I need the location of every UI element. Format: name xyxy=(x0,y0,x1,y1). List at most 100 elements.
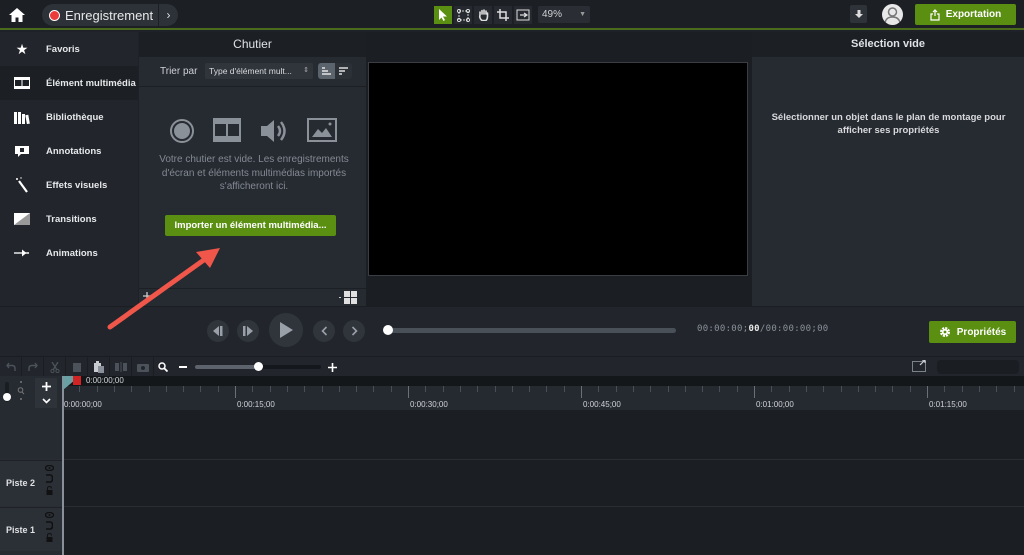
magnet-icon[interactable] xyxy=(45,521,53,530)
playhead-out-marker[interactable] xyxy=(73,376,81,385)
track-header-2[interactable]: Piste 2 xyxy=(0,460,62,506)
scrubber-handle[interactable] xyxy=(383,325,393,335)
track-header-1[interactable]: Piste 1 xyxy=(0,507,62,551)
sidebar-item-bibliotheque[interactable]: Bibliothèque xyxy=(0,100,138,134)
sidebar-item-effets[interactable]: Effets visuels xyxy=(0,168,138,202)
sidebar-item-favoris[interactable]: ★ Favoris xyxy=(0,32,138,66)
step-back-button[interactable] xyxy=(207,320,229,342)
sort-ascending-icon[interactable] xyxy=(318,63,335,79)
magnet-icon[interactable] xyxy=(45,474,53,483)
timeline-zoom-slider[interactable] xyxy=(195,362,321,371)
sidebar-item-media[interactable]: Élément multimédia xyxy=(0,66,138,100)
ruler-minor-tick xyxy=(650,386,652,392)
track-height-handle[interactable] xyxy=(3,393,11,401)
play-button[interactable] xyxy=(269,313,303,347)
chevron-right-icon[interactable]: › xyxy=(158,4,178,26)
ruler-minor-tick xyxy=(788,386,790,392)
recording-button[interactable]: Enregistrement › xyxy=(42,4,178,26)
add-track-button[interactable] xyxy=(35,378,57,394)
zoom-out-icon[interactable] xyxy=(179,366,187,368)
arrow-select-icon[interactable] xyxy=(434,6,452,24)
add-icon[interactable] xyxy=(142,291,152,301)
eye-icon[interactable] xyxy=(44,512,54,518)
fit-icon[interactable] xyxy=(514,6,532,24)
pan-icon[interactable] xyxy=(454,6,472,24)
ruler-label: 0:00:30;00 xyxy=(410,400,448,409)
paste-icon[interactable] xyxy=(88,357,110,377)
zoom-tracks-icon xyxy=(17,381,25,400)
ruler-label: 0:00:00;00 xyxy=(64,400,102,409)
chevron-down-icon: ▼ xyxy=(579,11,586,18)
sidebar-item-label: Élément multimédia xyxy=(46,77,136,89)
track-controls xyxy=(44,512,54,542)
sidebar-item-label: Effets visuels xyxy=(46,179,108,191)
time-ruler[interactable]: 0:00:00;00 0:00:15;00 0:00:30;00 0:00:45;00… xyxy=(62,386,1024,410)
camera-icon[interactable] xyxy=(132,357,154,377)
ruler-minor-tick xyxy=(390,386,392,392)
cut-icon[interactable] xyxy=(44,357,66,377)
sidebar-item-transitions[interactable]: Transitions xyxy=(0,202,138,236)
sort-label: Trier par xyxy=(160,66,198,77)
sort-descending-icon[interactable] xyxy=(335,63,352,79)
ruler-minor-tick xyxy=(684,386,686,392)
ruler-label: 0:01:00;00 xyxy=(756,400,794,409)
ruler-minor-tick xyxy=(615,386,617,392)
track-name: Piste 2 xyxy=(6,478,36,488)
playhead-line[interactable] xyxy=(62,376,64,555)
split-icon[interactable] xyxy=(110,357,132,377)
zoom-select[interactable]: 49% ▼ xyxy=(538,6,590,23)
step-forward-button[interactable] xyxy=(237,320,259,342)
avatar[interactable] xyxy=(882,4,903,25)
properties-message: Sélectionner un objet dans le plan de mo… xyxy=(771,112,1006,136)
next-button[interactable] xyxy=(343,320,365,342)
crop-icon[interactable] xyxy=(494,6,512,24)
ruler-minor-tick xyxy=(459,386,461,392)
zoom-value: 49% xyxy=(542,9,563,20)
eye-icon[interactable] xyxy=(44,465,54,471)
export-button[interactable]: Exportation xyxy=(915,4,1016,25)
ruler-minor-tick xyxy=(494,386,496,392)
redo-icon[interactable] xyxy=(22,357,44,377)
ruler-minor-tick xyxy=(1013,386,1015,392)
lock-icon[interactable] xyxy=(46,533,53,542)
record-icon xyxy=(170,119,194,143)
grid-view-icon[interactable] xyxy=(339,291,357,305)
film-icon xyxy=(213,118,241,142)
playback-bar: 00:00:00;00/00:00:00;00 Propriétés xyxy=(0,306,1024,356)
export-label: Exportation xyxy=(945,9,1002,20)
sidebar-item-annotations[interactable]: Annotations xyxy=(0,134,138,168)
undo-icon[interactable] xyxy=(0,357,22,377)
timeline-search-input[interactable] xyxy=(937,360,1019,374)
magic-wand-icon xyxy=(14,177,30,193)
lock-icon[interactable] xyxy=(46,486,53,495)
preview-canvas[interactable] xyxy=(368,62,748,276)
media-type-icons xyxy=(169,118,337,144)
gear-icon xyxy=(939,327,950,337)
collapse-tracks-button[interactable] xyxy=(35,394,57,408)
hand-icon[interactable] xyxy=(474,6,492,24)
ruler-minor-tick xyxy=(944,386,946,392)
zoom-in-icon[interactable] xyxy=(328,363,337,372)
media-bin-panel: Chutier Trier par Type d'élément mult...… xyxy=(139,32,366,306)
updown-icon: ⇕ xyxy=(303,67,309,74)
import-media-button[interactable]: Importer un élément multimédia... xyxy=(165,215,336,236)
ruler-minor-tick xyxy=(286,386,288,392)
star-icon: ★ xyxy=(15,40,29,57)
home-icon[interactable] xyxy=(8,6,26,24)
ruler-minor-tick xyxy=(823,386,825,392)
zoom-handle[interactable] xyxy=(254,362,263,371)
previous-button[interactable] xyxy=(313,320,335,342)
copy-icon[interactable] xyxy=(66,357,88,377)
playback-scrubber[interactable] xyxy=(383,325,676,335)
ruler-minor-tick xyxy=(978,386,980,392)
ruler-minor-tick xyxy=(805,386,807,392)
sidebar-item-animations[interactable]: Animations xyxy=(0,236,138,270)
properties-button[interactable]: Propriétés xyxy=(929,321,1016,343)
ruler-minor-tick xyxy=(702,386,704,392)
detach-icon[interactable] xyxy=(912,360,927,372)
canvas-tools xyxy=(434,6,532,24)
track-area[interactable] xyxy=(62,410,1024,555)
sort-select[interactable]: Type d'élément mult... ⇕ xyxy=(205,63,313,79)
download-button[interactable] xyxy=(850,5,867,23)
ruler-minor-tick xyxy=(546,386,548,392)
